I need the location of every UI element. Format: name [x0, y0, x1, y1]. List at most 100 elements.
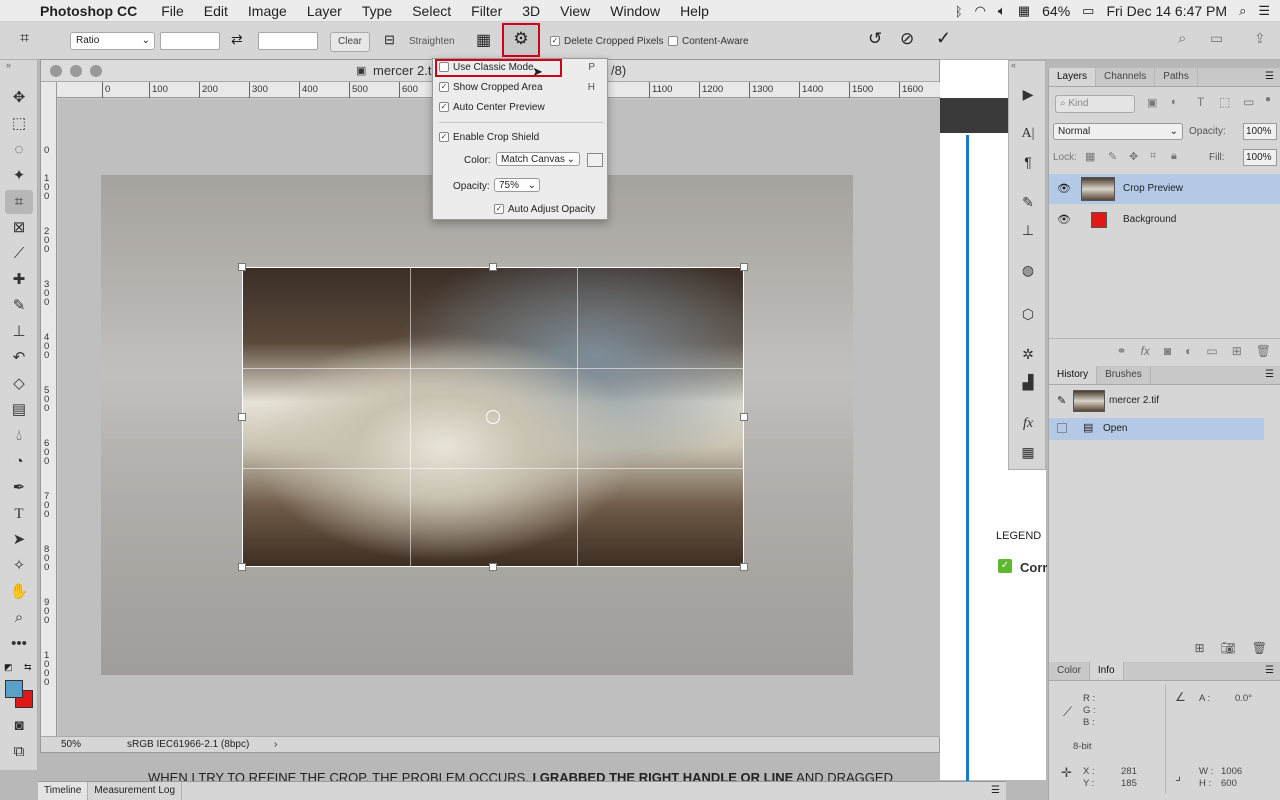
- cancel-icon[interactable]: ⊘: [900, 29, 914, 49]
- panel-menu-icon[interactable]: ☰: [1265, 369, 1274, 380]
- ratio-height-input[interactable]: [258, 32, 318, 50]
- filter-adjustment-icon[interactable]: ◐: [1171, 96, 1178, 108]
- close-window-button[interactable]: [50, 65, 62, 77]
- screen-mode-icon[interactable]: ⧉: [5, 740, 33, 764]
- tab-paths[interactable]: Paths: [1155, 68, 1198, 86]
- collapse-icon[interactable]: »: [6, 60, 11, 70]
- lock-image-icon[interactable]: ✎: [1108, 150, 1117, 163]
- enable-crop-shield-option[interactable]: Enable Crop Shield: [439, 131, 539, 145]
- new-adjustment-icon[interactable]: ◐: [1185, 339, 1192, 362]
- lock-artboard-icon[interactable]: ⌗: [1150, 150, 1156, 163]
- lock-transparent-icon[interactable]: ▦: [1085, 150, 1095, 163]
- tab-channels[interactable]: Channels: [1096, 68, 1156, 86]
- crop-handle-left[interactable]: [238, 413, 246, 421]
- dodge-tool-icon[interactable]: ◔: [5, 450, 33, 474]
- show-cropped-area-option[interactable]: Show Cropped Area H: [439, 81, 603, 95]
- history-snapshot-row[interactable]: ✎ mercer 2.tif: [1049, 388, 1280, 414]
- clone-stamp-tool-icon[interactable]: ⊥: [5, 320, 33, 344]
- navigator-icon[interactable]: ✲: [1017, 343, 1039, 365]
- pen-tool-icon[interactable]: ✒: [5, 476, 33, 500]
- tab-history[interactable]: History: [1049, 366, 1098, 384]
- menu-edit[interactable]: Edit: [204, 3, 228, 19]
- crop-handle-bottom-left[interactable]: [238, 563, 246, 571]
- ratio-select[interactable]: Ratio ⌄: [70, 32, 155, 50]
- search-icon[interactable]: ⌕: [1178, 30, 1186, 47]
- layer-style-fx-icon[interactable]: fx: [1141, 339, 1150, 362]
- battery-icon[interactable]: ▭: [1082, 3, 1094, 19]
- eraser-tool-icon[interactable]: ◇: [5, 372, 33, 396]
- zoom-tool-icon[interactable]: ⌕: [5, 606, 33, 630]
- panel-menu-icon[interactable]: ☰: [1265, 665, 1274, 676]
- tab-measurement-log[interactable]: Measurement Log: [88, 782, 183, 800]
- spotlight-search-icon[interactable]: ⌕: [1239, 3, 1246, 19]
- default-colors-icon[interactable]: ◩: [4, 662, 13, 673]
- delete-cropped-pixels-checkbox[interactable]: Delete Cropped Pixels: [550, 35, 664, 49]
- collapse-icon[interactable]: «: [1011, 60, 1016, 70]
- menu-filter[interactable]: Filter: [471, 3, 502, 19]
- move-tool-icon[interactable]: ✥: [5, 86, 33, 110]
- hand-tool-icon[interactable]: ✋: [5, 580, 33, 604]
- filter-kind-select[interactable]: ⌕ Kind: [1055, 95, 1135, 113]
- minimize-window-button[interactable]: [70, 65, 82, 77]
- crop-handle-bottom[interactable]: [489, 563, 497, 571]
- auto-adjust-opacity-option[interactable]: Auto Adjust Opacity: [494, 203, 595, 217]
- crop-tool-icon[interactable]: ⌗: [5, 190, 33, 214]
- bluetooth-icon[interactable]: ᛒ: [955, 4, 963, 19]
- menu-help[interactable]: Help: [680, 3, 709, 19]
- eyedropper-tool-icon[interactable]: ⟋: [5, 242, 33, 266]
- swap-icon[interactable]: ⇄: [231, 31, 243, 48]
- crop-handle-bottom-right[interactable]: [740, 563, 748, 571]
- panel-menu-icon[interactable]: ☰: [985, 782, 1006, 800]
- blend-mode-select[interactable]: Normal ⌄: [1053, 123, 1183, 140]
- brush-tool-icon[interactable]: ✎: [5, 294, 33, 318]
- flag-icon[interactable]: ▦: [1018, 3, 1030, 19]
- volume-icon[interactable]: 🔈︎: [998, 3, 1006, 19]
- new-layer-icon[interactable]: ⊞: [1232, 339, 1242, 362]
- zoom-level[interactable]: 50%: [61, 737, 81, 752]
- crop-handle-right[interactable]: [740, 413, 748, 421]
- foreground-color-swatch[interactable]: [5, 680, 23, 698]
- menu-image[interactable]: Image: [248, 3, 287, 19]
- clone-source-icon[interactable]: ⊥: [1017, 219, 1039, 241]
- frame-tool-icon[interactable]: ⊠: [5, 216, 33, 240]
- crop-handle-top-right[interactable]: [740, 263, 748, 271]
- history-step-open[interactable]: ▤ Open: [1049, 418, 1264, 440]
- play-actions-icon[interactable]: ▶: [1017, 83, 1039, 105]
- swap-colors-icon[interactable]: ⇆: [24, 662, 32, 673]
- visibility-eye-icon[interactable]: 👁︎: [1057, 205, 1071, 235]
- styles-fx-icon[interactable]: fx: [1017, 413, 1039, 435]
- new-group-icon[interactable]: ▭: [1206, 339, 1217, 362]
- healing-brush-tool-icon[interactable]: ✚: [5, 268, 33, 292]
- brush-settings-icon[interactable]: ✎: [1017, 191, 1039, 213]
- link-layers-icon[interactable]: ⚭: [1116, 339, 1126, 362]
- layer-fill-input[interactable]: 100%: [1243, 149, 1277, 166]
- menu-3d[interactable]: 3D: [522, 3, 540, 19]
- histogram-icon[interactable]: ▟: [1017, 371, 1039, 393]
- type-tool-icon[interactable]: T: [5, 502, 33, 526]
- lasso-tool-icon[interactable]: ◌: [5, 138, 33, 162]
- layer-row-background[interactable]: 👁︎ Background: [1049, 205, 1280, 235]
- tab-brushes[interactable]: Brushes: [1097, 366, 1151, 384]
- shield-color-select[interactable]: Match Canvas ⌄: [496, 152, 580, 166]
- menu-select[interactable]: Select: [412, 3, 451, 19]
- panel-menu-icon[interactable]: ☰: [1265, 71, 1274, 82]
- new-document-from-state-icon[interactable]: ⊞: [1194, 636, 1204, 660]
- history-brush-tool-icon[interactable]: ↶: [5, 346, 33, 370]
- filter-shape-icon[interactable]: ⬚: [1219, 95, 1230, 109]
- tab-info[interactable]: Info: [1089, 662, 1124, 680]
- character-icon[interactable]: A|: [1017, 123, 1039, 145]
- wifi-icon[interactable]: ◠: [975, 3, 986, 19]
- zoom-window-button[interactable]: [90, 65, 102, 77]
- tab-layers[interactable]: Layers: [1049, 68, 1097, 86]
- clock[interactable]: Fri Dec 14 6:47 PM: [1106, 3, 1227, 19]
- lock-position-icon[interactable]: ✥: [1129, 150, 1138, 163]
- path-selection-tool-icon[interactable]: ➤: [5, 528, 33, 552]
- layer-row-crop-preview[interactable]: 👁︎ Crop Preview: [1049, 174, 1280, 204]
- workspace-icon[interactable]: ▭: [1210, 30, 1223, 47]
- blur-tool-icon[interactable]: 💧︎: [5, 424, 33, 448]
- filter-toggle-icon[interactable]: ●: [1265, 94, 1271, 105]
- crop-settings-gear-icon[interactable]: ⚙: [502, 23, 540, 57]
- filter-type-icon[interactable]: T: [1197, 95, 1204, 109]
- auto-center-preview-option[interactable]: Auto Center Preview: [439, 101, 545, 115]
- menu-layer[interactable]: Layer: [307, 3, 342, 19]
